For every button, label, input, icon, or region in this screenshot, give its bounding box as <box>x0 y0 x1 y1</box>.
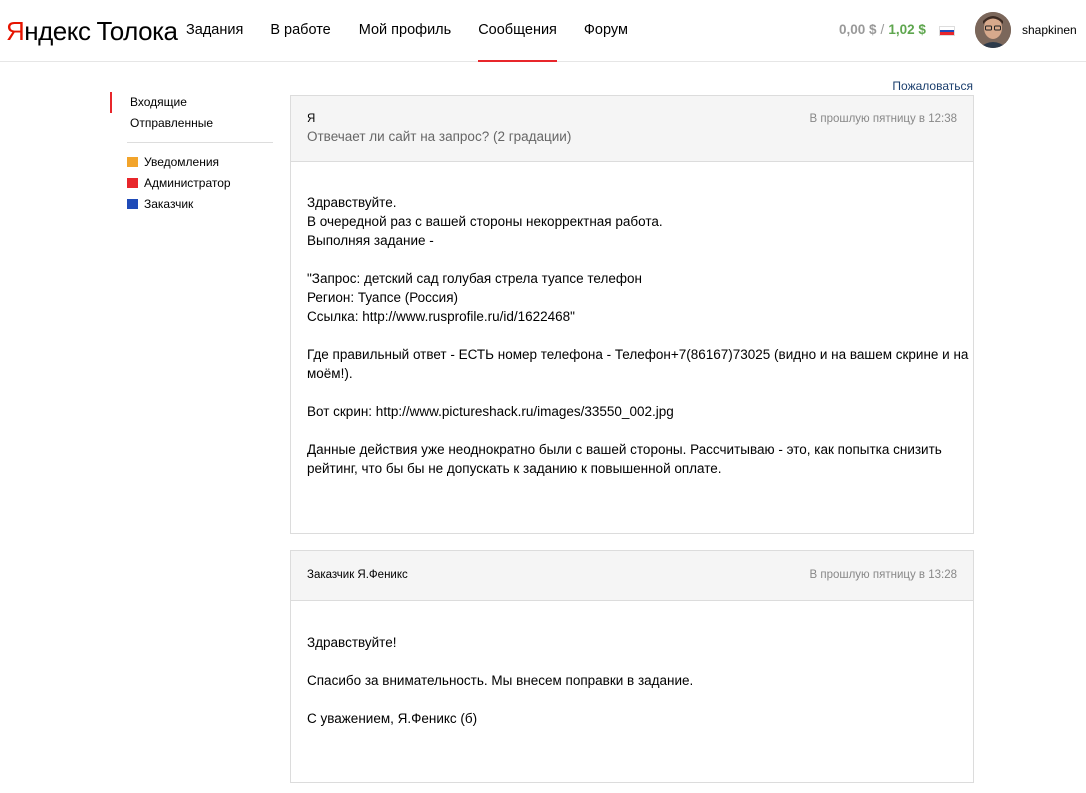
message-line <box>307 250 957 269</box>
message-card: Я Отвечает ли сайт на запрос? (2 градаци… <box>290 95 974 534</box>
message-line: моём!). <box>307 366 353 381</box>
message-body: Здравствуйте! Спасибо за внимательность.… <box>291 601 973 728</box>
category-label: Уведомления <box>144 154 220 169</box>
messages-sidebar: Входящие Отправленные Уведомления Админи… <box>110 92 273 214</box>
message-line <box>307 652 957 671</box>
message-line <box>307 326 957 345</box>
russia-flag-icon[interactable] <box>939 26 955 36</box>
logo-brand-rest: ндекс <box>24 16 91 46</box>
message-line: Вот скрин: http://www.pictureshack.ru/im… <box>307 404 674 419</box>
nav-forum[interactable]: Форум <box>584 0 628 62</box>
message-line <box>307 383 957 402</box>
message-line: рейтинг, что бы бы не допускать к задани… <box>307 461 722 476</box>
username[interactable]: shapkinen <box>1022 23 1077 37</box>
logo-product-name: Толока <box>96 16 178 46</box>
avatar[interactable] <box>975 12 1011 48</box>
balance-total: 1,02 $ <box>888 22 926 37</box>
balance-separator: / <box>880 22 885 37</box>
nav-in-progress[interactable]: В работе <box>270 0 330 62</box>
main-nav: Задания В работе Мой профиль Сообщения Ф… <box>186 0 628 62</box>
message-card: Заказчик Я.Феникс В прошлую пятницу в 13… <box>290 550 974 783</box>
message-timestamp: В прошлую пятницу в 13:28 <box>809 569 957 581</box>
yandex-toloka-logo[interactable]: Яндекс Толока <box>6 16 178 46</box>
message-line: Здравствуйте! <box>307 635 397 650</box>
message-line <box>307 421 957 440</box>
top-header: Яндекс Толока Задания В работе Мой профил… <box>0 0 1086 62</box>
nav-tasks[interactable]: Задания <box>186 0 243 62</box>
message-sender: Заказчик Я.Феникс <box>307 569 408 581</box>
message-line: Здравствуйте. <box>307 195 397 210</box>
nav-messages[interactable]: Сообщения <box>478 0 557 62</box>
message-body: Здравствуйте. В очередной раз с вашей ст… <box>291 162 973 478</box>
category-requester[interactable]: Заказчик <box>110 193 273 214</box>
message-line: "Запрос: детский сад голубая стрела туап… <box>307 271 642 286</box>
report-link[interactable]: Пожаловаться <box>892 79 973 93</box>
message-line: Спасибо за внимательность. Мы внесем поп… <box>307 673 694 688</box>
folder-sent[interactable]: Отправленные <box>110 113 273 134</box>
category-label: Администратор <box>144 175 231 190</box>
folder-inbox[interactable]: Входящие <box>110 92 273 113</box>
category-color-swatch <box>127 198 138 209</box>
category-notifications[interactable]: Уведомления <box>110 151 273 172</box>
message-subject: Отвечает ли сайт на запрос? (2 градации) <box>307 129 572 144</box>
message-line: Регион: Туапсе (Россия) <box>307 290 459 305</box>
message-timestamp: В прошлую пятницу в 12:38 <box>809 113 957 125</box>
message-line: Где правильный ответ - ЕСТЬ номер телефо… <box>307 347 969 362</box>
message-line: Данные действия уже неоднократно были с … <box>307 442 942 457</box>
message-line: В очередной раз с вашей стороны некоррек… <box>307 214 663 229</box>
message-line: С уважением, Я.Феникс (б) <box>307 711 478 726</box>
message-line <box>307 690 957 709</box>
message-line: Выполняя задание - <box>307 233 434 248</box>
message-sender: Я <box>307 113 316 125</box>
balance-available: 0,00 $ <box>839 22 877 37</box>
sidebar-divider <box>127 142 273 143</box>
nav-my-profile[interactable]: Мой профиль <box>359 0 451 62</box>
message-header: Заказчик Я.Феникс В прошлую пятницу в 13… <box>291 551 973 601</box>
category-administrator[interactable]: Администратор <box>110 172 273 193</box>
balance[interactable]: 0,00 $/1,02 $ <box>839 22 926 37</box>
category-label: Заказчик <box>144 196 194 211</box>
category-color-swatch <box>127 177 138 188</box>
category-color-swatch <box>127 156 138 167</box>
logo-brand-first-letter: Я <box>6 16 25 46</box>
message-line: Ссылка: http://www.rusprofile.ru/id/1622… <box>307 309 575 324</box>
message-header: Я Отвечает ли сайт на запрос? (2 градаци… <box>291 96 973 162</box>
